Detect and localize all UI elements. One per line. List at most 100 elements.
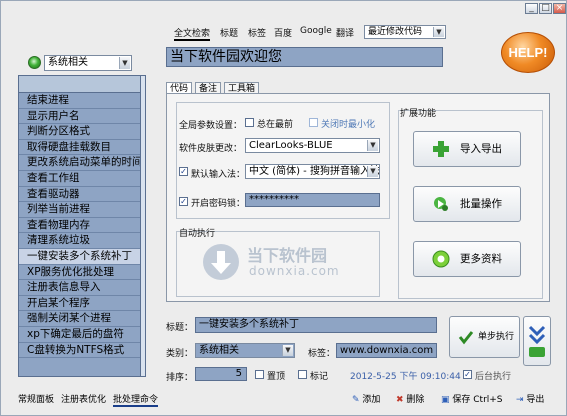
more-info-label: 更多资料 [460, 253, 502, 265]
category-label: 类别： [166, 349, 194, 359]
list-item[interactable]: 清理系统垃圾 [19, 233, 145, 249]
chevron-down-icon: ▼ [282, 345, 293, 356]
default-ime-checkbox[interactable]: ✓ [179, 167, 188, 176]
pin-label: 置顶 [267, 372, 286, 382]
list-item[interactable]: 查看工作组 [19, 171, 145, 187]
single-step-label: 单步执行 [478, 332, 515, 342]
pin-checkbox[interactable] [255, 370, 264, 379]
watermark-logo: 当下软件园 downxia.com [187, 234, 387, 294]
password-field[interactable]: ********** [245, 193, 380, 207]
run-down-button[interactable] [523, 316, 551, 366]
form-category-value: 系统相关 [199, 345, 239, 356]
list-item[interactable]: 列举当前进程 [19, 202, 145, 218]
list-item[interactable]: 判断分区格式 [19, 124, 145, 140]
skin-select-value: ClearLooks-BLUE [249, 140, 333, 151]
extensions-label: 扩展功能 [400, 109, 437, 119]
minimize-button[interactable]: _ [525, 3, 538, 14]
nav-fulltext[interactable]: 全文检索 [174, 26, 211, 41]
save-label: 保存 Ctrl+S [452, 395, 503, 405]
timestamp: 2012-5-25 下午 09:10:44 [350, 372, 461, 382]
password-lock-checkbox[interactable]: ✓ [179, 197, 188, 206]
tags-label: 标签： [308, 349, 336, 359]
list-item[interactable]: 取得硬盘挂载数目 [19, 140, 145, 156]
batch-label: 批量操作 [460, 198, 502, 210]
global-params-label: 全局参数设置： [179, 121, 243, 131]
export-arrow-icon: ⇥ [516, 395, 524, 405]
list-item[interactable]: C盘转换为NTFS格式 [19, 343, 145, 359]
batch-button[interactable]: 批量操作 [413, 186, 521, 222]
sort-select[interactable]: 最近修改代码 ▼ [364, 25, 446, 39]
title-field[interactable]: 一键安装多个系统补丁 [195, 317, 437, 333]
more-info-button[interactable]: 更多资料 [413, 241, 521, 277]
tags-field[interactable]: www.downxia.com [336, 343, 437, 358]
default-ime-label: 默认输入法： [191, 170, 246, 180]
import-export-button[interactable]: 导入导出 [413, 131, 521, 167]
skin-select[interactable]: ClearLooks-BLUE ▼ [245, 138, 380, 153]
tab-general-panel[interactable]: 常规面板 [18, 392, 54, 405]
add-label: 添加 [362, 395, 381, 405]
form-category-select[interactable]: 系统相关 ▼ [195, 343, 295, 358]
nav-google[interactable]: Google [300, 26, 332, 36]
category-select-value: 系统相关 [48, 57, 88, 68]
chevron-down-icon: ▼ [367, 166, 378, 177]
minimize-on-close-label: 关闭时最小化 [321, 120, 376, 130]
chevron-down-icon: ▼ [367, 140, 378, 151]
list-item[interactable]: 结束进程 [19, 93, 145, 109]
save-button[interactable]: ▣ 保存 Ctrl+S [441, 392, 503, 405]
ime-select[interactable]: 中文 (简体) - 搜狗拼音输入法 ▼ [245, 164, 380, 179]
tab-registry-optimize[interactable]: 注册表优化 [61, 392, 106, 405]
pen-icon: ✎ [352, 395, 360, 405]
nav-translate[interactable]: 翻译 [336, 26, 354, 39]
list-scrollbar[interactable] [140, 76, 145, 376]
sort-select-value: 最近修改代码 [368, 27, 423, 37]
download-logo-icon [203, 244, 239, 280]
export-label: 导出 [526, 395, 545, 405]
always-on-top-checkbox[interactable] [245, 118, 254, 127]
delete-button[interactable]: ✖ 删除 [396, 392, 424, 405]
nav-tag[interactable]: 标签 [248, 26, 266, 39]
list-item[interactable]: XP服务优化批处理 [19, 265, 145, 281]
single-step-button[interactable]: 单步执行 [449, 316, 520, 358]
delete-x-icon: ✖ [396, 395, 404, 405]
chevron-down-icon: ▼ [119, 57, 130, 69]
checkmark-icon [458, 331, 474, 345]
close-button[interactable]: × [553, 3, 566, 14]
title-label: 标题： [166, 323, 194, 333]
mark-checkbox[interactable] [298, 370, 307, 379]
list-item[interactable]: 查看物理内存 [19, 218, 145, 234]
help-button[interactable]: HELP! [501, 32, 555, 73]
list-item[interactable]: 注册表信息导入 [19, 280, 145, 296]
list-item[interactable]: 强制关闭某个进程 [19, 311, 145, 327]
chevron-down-icon: ▼ [433, 27, 444, 37]
background-exec-checkbox[interactable]: ✓ [463, 370, 472, 379]
snippet-list[interactable]: 结束进程 显示用户名 判断分区格式 取得硬盘挂载数目 更改系统启动菜单的时间 查看工作组查… [18, 75, 146, 377]
import-export-label: 导入导出 [460, 143, 502, 155]
watermark-cn: 当下软件园 [247, 246, 328, 265]
category-radio-icon[interactable] [28, 56, 41, 69]
ime-select-value: 中文 (简体) - 搜狗拼音输入法 [249, 166, 380, 177]
list-item[interactable]: xp下确定最后的盘符 [19, 327, 145, 343]
list-header-bar [19, 76, 145, 93]
order-field[interactable]: 5 [195, 367, 247, 381]
tab-batch-commands[interactable]: 批处理命令 [113, 392, 159, 407]
delete-label: 删除 [406, 395, 425, 405]
list-item[interactable]: 显示用户名 [19, 109, 145, 125]
double-chevron-down-icon [528, 325, 546, 357]
minimize-on-close-checkbox[interactable] [309, 118, 318, 127]
background-exec-label: 后台执行 [475, 372, 512, 382]
main-window: _ □ × 系统相关 ▼ 结束进程 显示用户名 判断分区格式 取得硬盘挂载数目 更改系统… [0, 0, 567, 416]
nav-baidu[interactable]: 百度 [274, 26, 292, 39]
maximize-button[interactable]: □ [539, 3, 552, 14]
always-on-top-label: 总在最前 [257, 120, 294, 130]
add-button[interactable]: ✎ 添加 [352, 392, 380, 405]
nav-title[interactable]: 标题 [220, 26, 238, 39]
mark-label: 标记 [310, 372, 329, 382]
export-button[interactable]: ⇥ 导出 [516, 392, 544, 405]
list-item[interactable]: 更改系统启动菜单的时间 [19, 155, 145, 171]
batch-icon [434, 197, 448, 211]
category-select[interactable]: 系统相关 ▼ [44, 55, 132, 71]
list-item[interactable]: 一键安装多个系统补丁 [19, 248, 145, 265]
list-item[interactable]: 开启某个程序 [19, 296, 145, 312]
list-item[interactable]: 查看驱动器 [19, 187, 145, 203]
skin-label: 软件皮肤更改： [179, 144, 243, 154]
